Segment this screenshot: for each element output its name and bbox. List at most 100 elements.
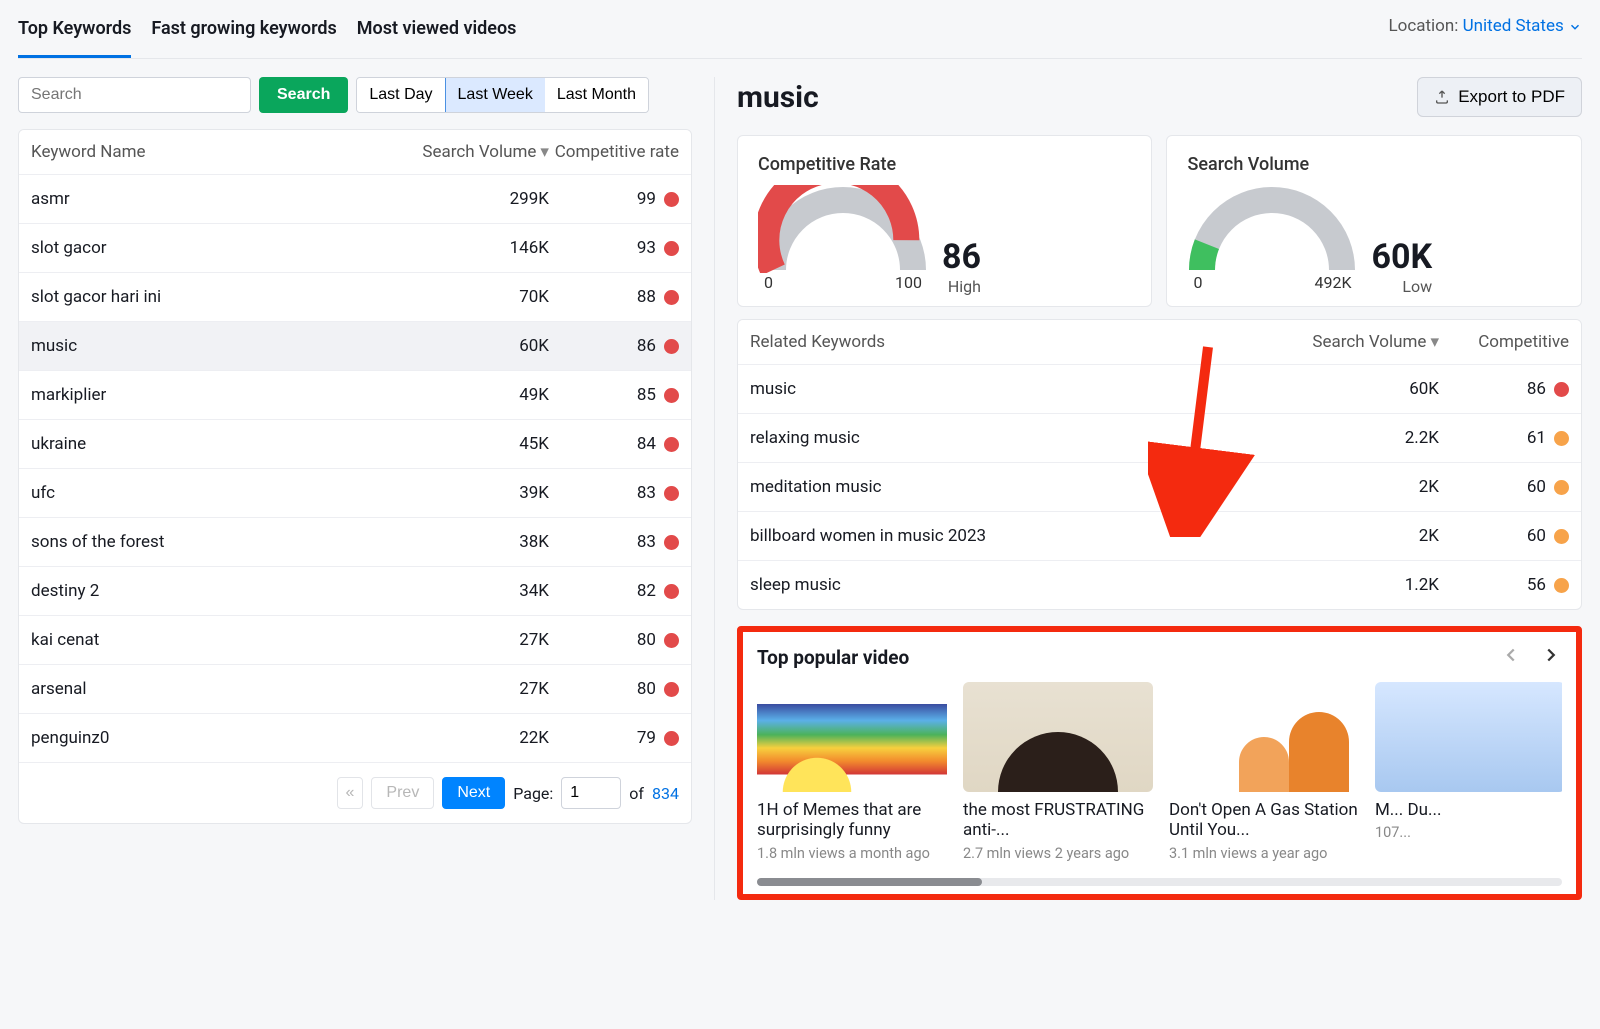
- gauge-title: Search Volume: [1187, 154, 1561, 175]
- keyword-cell: kai cenat: [31, 630, 419, 650]
- video-card[interactable]: Don't Open A Gas Station Until You...3.1…: [1169, 682, 1359, 862]
- upload-icon: [1434, 89, 1450, 105]
- col-header-volume[interactable]: Search Volume▾: [1309, 332, 1439, 352]
- table-row[interactable]: arsenal27K80: [19, 665, 691, 714]
- table-row[interactable]: markiplier49K85: [19, 371, 691, 420]
- page-input[interactable]: [561, 777, 621, 809]
- timeframe-segment: Last DayLast WeekLast Month: [356, 77, 649, 113]
- location-label: Location:: [1388, 16, 1458, 36]
- table-row[interactable]: slot gacor146K93: [19, 224, 691, 273]
- video-title: Don't Open A Gas Station Until You...: [1169, 800, 1359, 841]
- table-row[interactable]: asmr299K99: [19, 175, 691, 224]
- gauge-title: Competitive Rate: [758, 154, 1132, 175]
- keyword-cell: markiplier: [31, 385, 419, 405]
- volume-cell: 38K: [419, 532, 549, 552]
- page-of: of: [629, 784, 644, 803]
- table-row[interactable]: sleep music1.2K56: [738, 561, 1581, 609]
- comp-cell: 99: [549, 189, 679, 209]
- search-button[interactable]: Search: [259, 77, 348, 113]
- table-row[interactable]: ufc39K83: [19, 469, 691, 518]
- timeframe-last-day[interactable]: Last Day: [357, 78, 445, 112]
- table-row[interactable]: destiny 234K82: [19, 567, 691, 616]
- volume-cell: 60K: [419, 336, 549, 356]
- volume-cell: 146K: [419, 238, 549, 258]
- carousel-next-button[interactable]: [1540, 644, 1562, 670]
- search-input[interactable]: [18, 77, 251, 113]
- volume-cell: 2.2K: [1309, 428, 1439, 448]
- competitive-dot-icon: [664, 437, 679, 452]
- table-row[interactable]: meditation music2K60: [738, 463, 1581, 512]
- timeframe-last-month[interactable]: Last Month: [545, 78, 648, 112]
- comp-cell: 93: [549, 238, 679, 258]
- sort-icon: ▾: [540, 142, 549, 162]
- table-row[interactable]: sons of the forest38K83: [19, 518, 691, 567]
- comp-cell: 82: [549, 581, 679, 601]
- col-header-comp[interactable]: Competitive rate: [549, 142, 679, 162]
- volume-cell: 60K: [1309, 379, 1439, 399]
- competitive-dot-icon: [1554, 578, 1569, 593]
- table-row[interactable]: slot gacor hari ini70K88: [19, 273, 691, 322]
- video-card[interactable]: the most FRUSTRATING anti-...2.7 mln vie…: [963, 682, 1153, 862]
- pager: « Prev Next Page: of 834: [19, 762, 691, 823]
- detail-title: music: [737, 80, 819, 115]
- volume-cell: 45K: [419, 434, 549, 454]
- pager-next-button[interactable]: Next: [442, 777, 505, 809]
- table-row[interactable]: music60K86: [19, 322, 691, 371]
- pager-first-button[interactable]: «: [337, 777, 364, 809]
- location-value[interactable]: United States: [1463, 16, 1582, 36]
- competitive-dot-icon: [1554, 480, 1569, 495]
- video-card[interactable]: 1H of Memes that are surprisingly funny1…: [757, 682, 947, 862]
- competitive-dot-icon: [1554, 431, 1569, 446]
- volume-cell: 1.2K: [1309, 575, 1439, 595]
- comp-cell: 86: [549, 336, 679, 356]
- right-panel: music Export to PDF Competitive Rate 010…: [714, 77, 1582, 900]
- comp-cell: 61: [1439, 428, 1569, 448]
- video-title: 1H of Memes that are surprisingly funny: [757, 800, 947, 841]
- video-meta: 2.7 mln views 2 years ago: [963, 845, 1153, 862]
- col-header-keyword[interactable]: Keyword Name: [31, 142, 419, 162]
- table-header-row: Keyword Name Search Volume▾ Competitive …: [19, 130, 691, 175]
- volume-cell: 2K: [1309, 477, 1439, 497]
- table-row[interactable]: relaxing music2.2K61: [738, 414, 1581, 463]
- volume-cell: 2K: [1309, 526, 1439, 546]
- table-row[interactable]: ukraine45K84: [19, 420, 691, 469]
- table-row[interactable]: music60K86: [738, 365, 1581, 414]
- keyword-cell: billboard women in music 2023: [750, 526, 1309, 546]
- page-label: Page:: [513, 784, 553, 803]
- page-total[interactable]: 834: [652, 784, 679, 803]
- tab-fast-growing-keywords[interactable]: Fast growing keywords: [151, 8, 336, 58]
- video-thumbnail: [1169, 682, 1359, 792]
- video-title: M... Du...: [1375, 800, 1562, 820]
- col-header-volume[interactable]: Search Volume▾: [419, 142, 549, 162]
- keyword-cell: arsenal: [31, 679, 419, 699]
- competitive-dot-icon: [664, 192, 679, 207]
- carousel-scrollbar[interactable]: [757, 878, 1562, 886]
- keywords-table: Keyword Name Search Volume▾ Competitive …: [18, 129, 692, 824]
- video-thumbnail: [1375, 682, 1562, 792]
- location-selector: Location: United States: [1388, 16, 1582, 50]
- volume-cell: 70K: [419, 287, 549, 307]
- carousel-prev-button[interactable]: [1500, 644, 1522, 670]
- video-card[interactable]: M... Du...107...: [1375, 682, 1562, 862]
- competitive-dot-icon: [664, 290, 679, 305]
- keyword-cell: ukraine: [31, 434, 419, 454]
- tab-most-viewed-videos[interactable]: Most viewed videos: [357, 8, 517, 58]
- video-thumbnail: [963, 682, 1153, 792]
- export-pdf-button[interactable]: Export to PDF: [1417, 77, 1582, 117]
- pager-prev-button[interactable]: Prev: [371, 777, 434, 809]
- table-row[interactable]: billboard women in music 20232K60: [738, 512, 1581, 561]
- table-row[interactable]: penguinz022K79: [19, 714, 691, 762]
- gauge-min: 0: [764, 273, 773, 292]
- comp-cell: 60: [1439, 526, 1569, 546]
- col-header-comp[interactable]: Competitive: [1439, 332, 1569, 352]
- tab-top-keywords[interactable]: Top Keywords: [18, 8, 131, 58]
- competitive-dot-icon: [664, 584, 679, 599]
- timeframe-last-week[interactable]: Last Week: [445, 77, 546, 113]
- col-header-keyword[interactable]: Related Keywords: [750, 332, 1309, 352]
- gauge-level: Low: [1371, 277, 1432, 296]
- volume-cell: 299K: [419, 189, 549, 209]
- keyword-cell: slot gacor hari ini: [31, 287, 419, 307]
- table-row[interactable]: kai cenat27K80: [19, 616, 691, 665]
- volume-cell: 34K: [419, 581, 549, 601]
- volume-cell: 39K: [419, 483, 549, 503]
